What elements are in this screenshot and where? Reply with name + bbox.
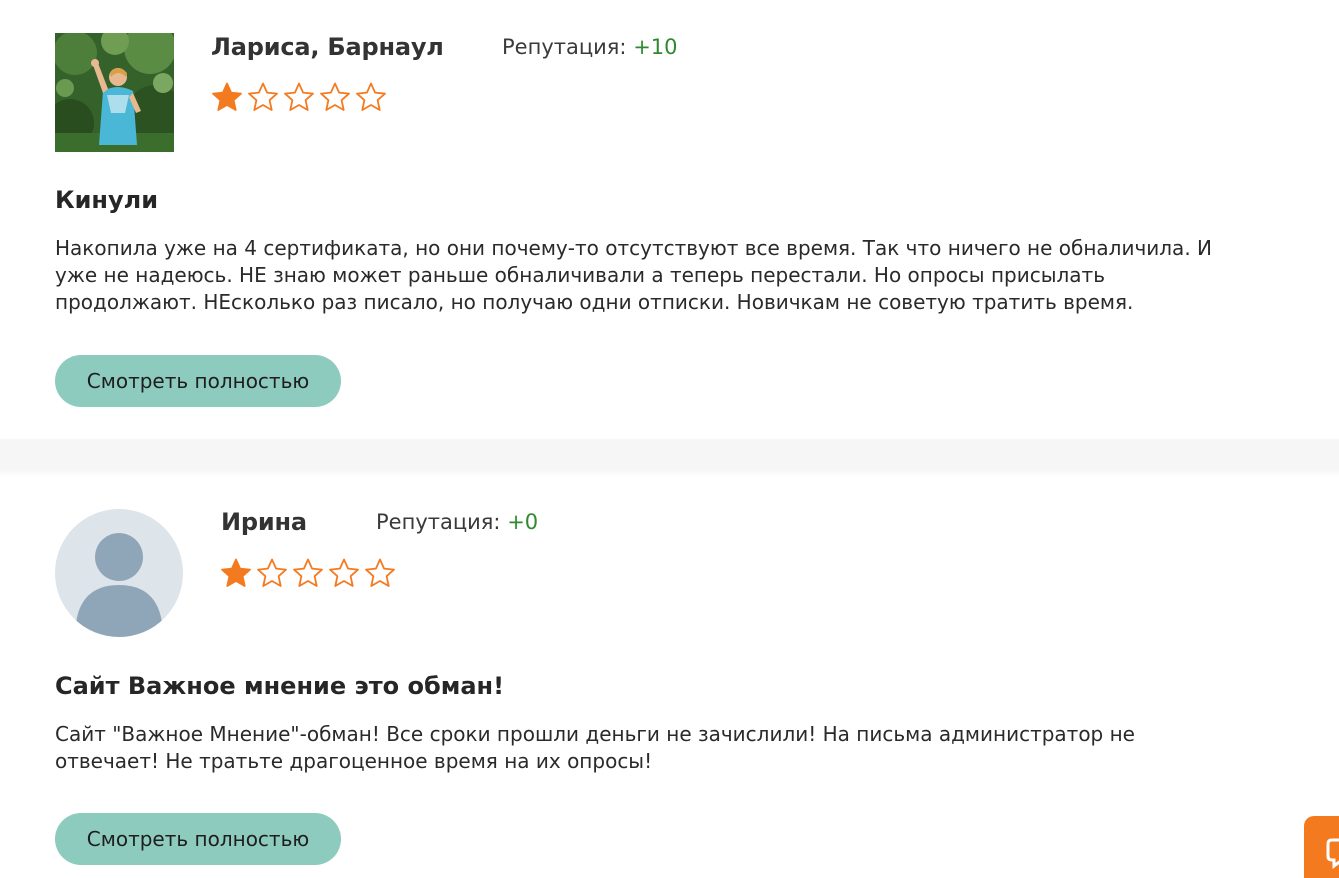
star-outline-icon bbox=[257, 558, 287, 587]
review-title: Сайт Важное мнение это обман! bbox=[55, 672, 505, 700]
star-outline-icon bbox=[284, 82, 314, 111]
star-filled-icon bbox=[221, 558, 251, 587]
reputation-label: Репутация: bbox=[376, 510, 501, 534]
rating-stars bbox=[211, 81, 387, 113]
author-name[interactable]: Ирина bbox=[221, 508, 307, 536]
star-outline-icon bbox=[248, 82, 278, 111]
review-text: Сайт "Важное Мнение"-обман! Все сроки пр… bbox=[55, 722, 1135, 773]
review-card: Лариса, Барнаул Репутация: +10 Кинули На… bbox=[0, 0, 1339, 438]
star-outline-icon bbox=[293, 558, 323, 587]
reputation: Репутация: +10 bbox=[502, 35, 678, 59]
star-filled-icon bbox=[212, 82, 242, 111]
reputation-label: Репутация: bbox=[502, 35, 627, 59]
chat-bubble-icon[interactable] bbox=[1304, 816, 1339, 878]
review-text: Накопила уже на 4 сертификата, но они по… bbox=[55, 236, 1212, 314]
review-divider bbox=[0, 438, 1339, 476]
reputation-value: +10 bbox=[633, 35, 678, 59]
review-card: Ирина Репутация: +0 Сайт Важное мнение э… bbox=[0, 476, 1339, 878]
star-outline-icon bbox=[356, 82, 386, 111]
rating-stars bbox=[220, 557, 396, 589]
reputation-value: +0 bbox=[507, 510, 539, 534]
review-title: Кинули bbox=[55, 186, 159, 214]
show-full-review-button[interactable]: Смотреть полностью bbox=[55, 813, 341, 865]
author-name[interactable]: Лариса, Барнаул bbox=[211, 33, 444, 61]
show-full-review-button[interactable]: Смотреть полностью bbox=[55, 355, 341, 407]
author-avatar-photo bbox=[55, 33, 174, 152]
star-outline-icon bbox=[329, 558, 359, 587]
star-outline-icon bbox=[320, 82, 350, 111]
user-silhouette-icon bbox=[55, 509, 183, 637]
reviews-page: Лариса, Барнаул Репутация: +10 Кинули На… bbox=[0, 0, 1339, 878]
reputation: Репутация: +0 bbox=[376, 510, 538, 534]
star-outline-icon bbox=[365, 558, 395, 587]
